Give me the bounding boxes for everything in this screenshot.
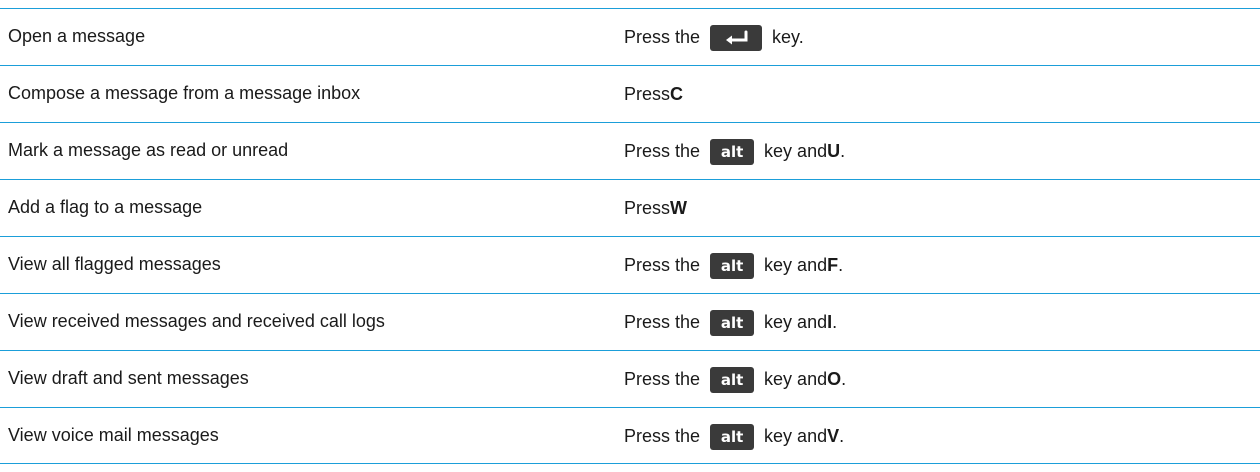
shortcut-table: Open a message Press the key. Compose a m… [0,8,1260,464]
action-text: View voice mail messages [8,425,219,445]
instruction-prefix: Press [624,84,671,104]
instruction: Press the alt key and O. [624,351,846,408]
instruction-prefix: Press [624,198,671,218]
table-row: Add a flag to a message Press W [0,179,1260,236]
table-row: View voice mail messages Press the alt key… [0,407,1260,464]
instruction-prefix: Press the [624,255,701,275]
table-row: Mark a message as read or unread Press t… [0,122,1260,179]
table-row: View received messages and received call… [0,293,1260,350]
alt-key: alt [710,423,755,450]
instruction-prefix: Press the [624,369,701,389]
instruction: Press W [624,180,687,237]
instruction-prefix: Press the [624,27,701,47]
instruction-end: . [841,369,847,389]
instruction: Press the alt key and F. [624,237,843,294]
shortcut-letter: C [670,84,684,104]
instruction-prefix: Press the [624,426,701,446]
shortcut-letter: U [827,141,841,161]
action-text: View received messages and received call… [8,311,385,331]
instruction-end: . [839,426,845,446]
action-text: View draft and sent messages [8,368,249,388]
instruction: Press C [624,66,683,123]
action-text: Compose a message from a message inbox [8,83,361,103]
table-row: View all flagged messages Press the alt ke… [0,236,1260,293]
alt-key: alt [710,366,755,393]
instruction: Press the alt key and I. [624,294,837,351]
enter-key [710,24,763,51]
enter-key-icon [726,30,748,44]
instruction-suffix: key and [764,141,828,161]
instruction-end: . [832,312,838,332]
shortcut-letter: F [827,255,839,275]
instruction: Press the key. [624,9,804,66]
action-text: Mark a message as read or unread [8,140,289,160]
alt-key: alt [710,138,755,165]
action-text: Add a flag to a message [8,197,203,217]
instruction-suffix: key. [772,27,804,47]
instruction-end: . [840,141,846,161]
shortcut-letter: V [827,426,840,446]
instruction-suffix: key and [764,426,828,446]
action-text: View all flagged messages [8,254,221,274]
table-row: Open a message Press the key. [0,8,1260,65]
instruction-suffix: key and [764,369,828,389]
instruction-prefix: Press the [624,312,701,332]
shortcut-letter: W [670,198,688,218]
table-row: Compose a message from a message inbox P… [0,65,1260,122]
instruction-prefix: Press the [624,141,701,161]
instruction-suffix: key and [764,255,828,275]
alt-key: alt [710,309,755,336]
table-row: View draft and sent messages Press the al… [0,350,1260,407]
instruction-suffix: key and [764,312,828,332]
shortcut-letter: O [827,369,842,389]
instruction: Press the alt key and V. [624,408,844,465]
action-text: Open a message [8,26,146,46]
instruction: Press the alt key and U. [624,123,845,180]
alt-key: alt [710,252,755,279]
instruction-end: . [838,255,844,275]
